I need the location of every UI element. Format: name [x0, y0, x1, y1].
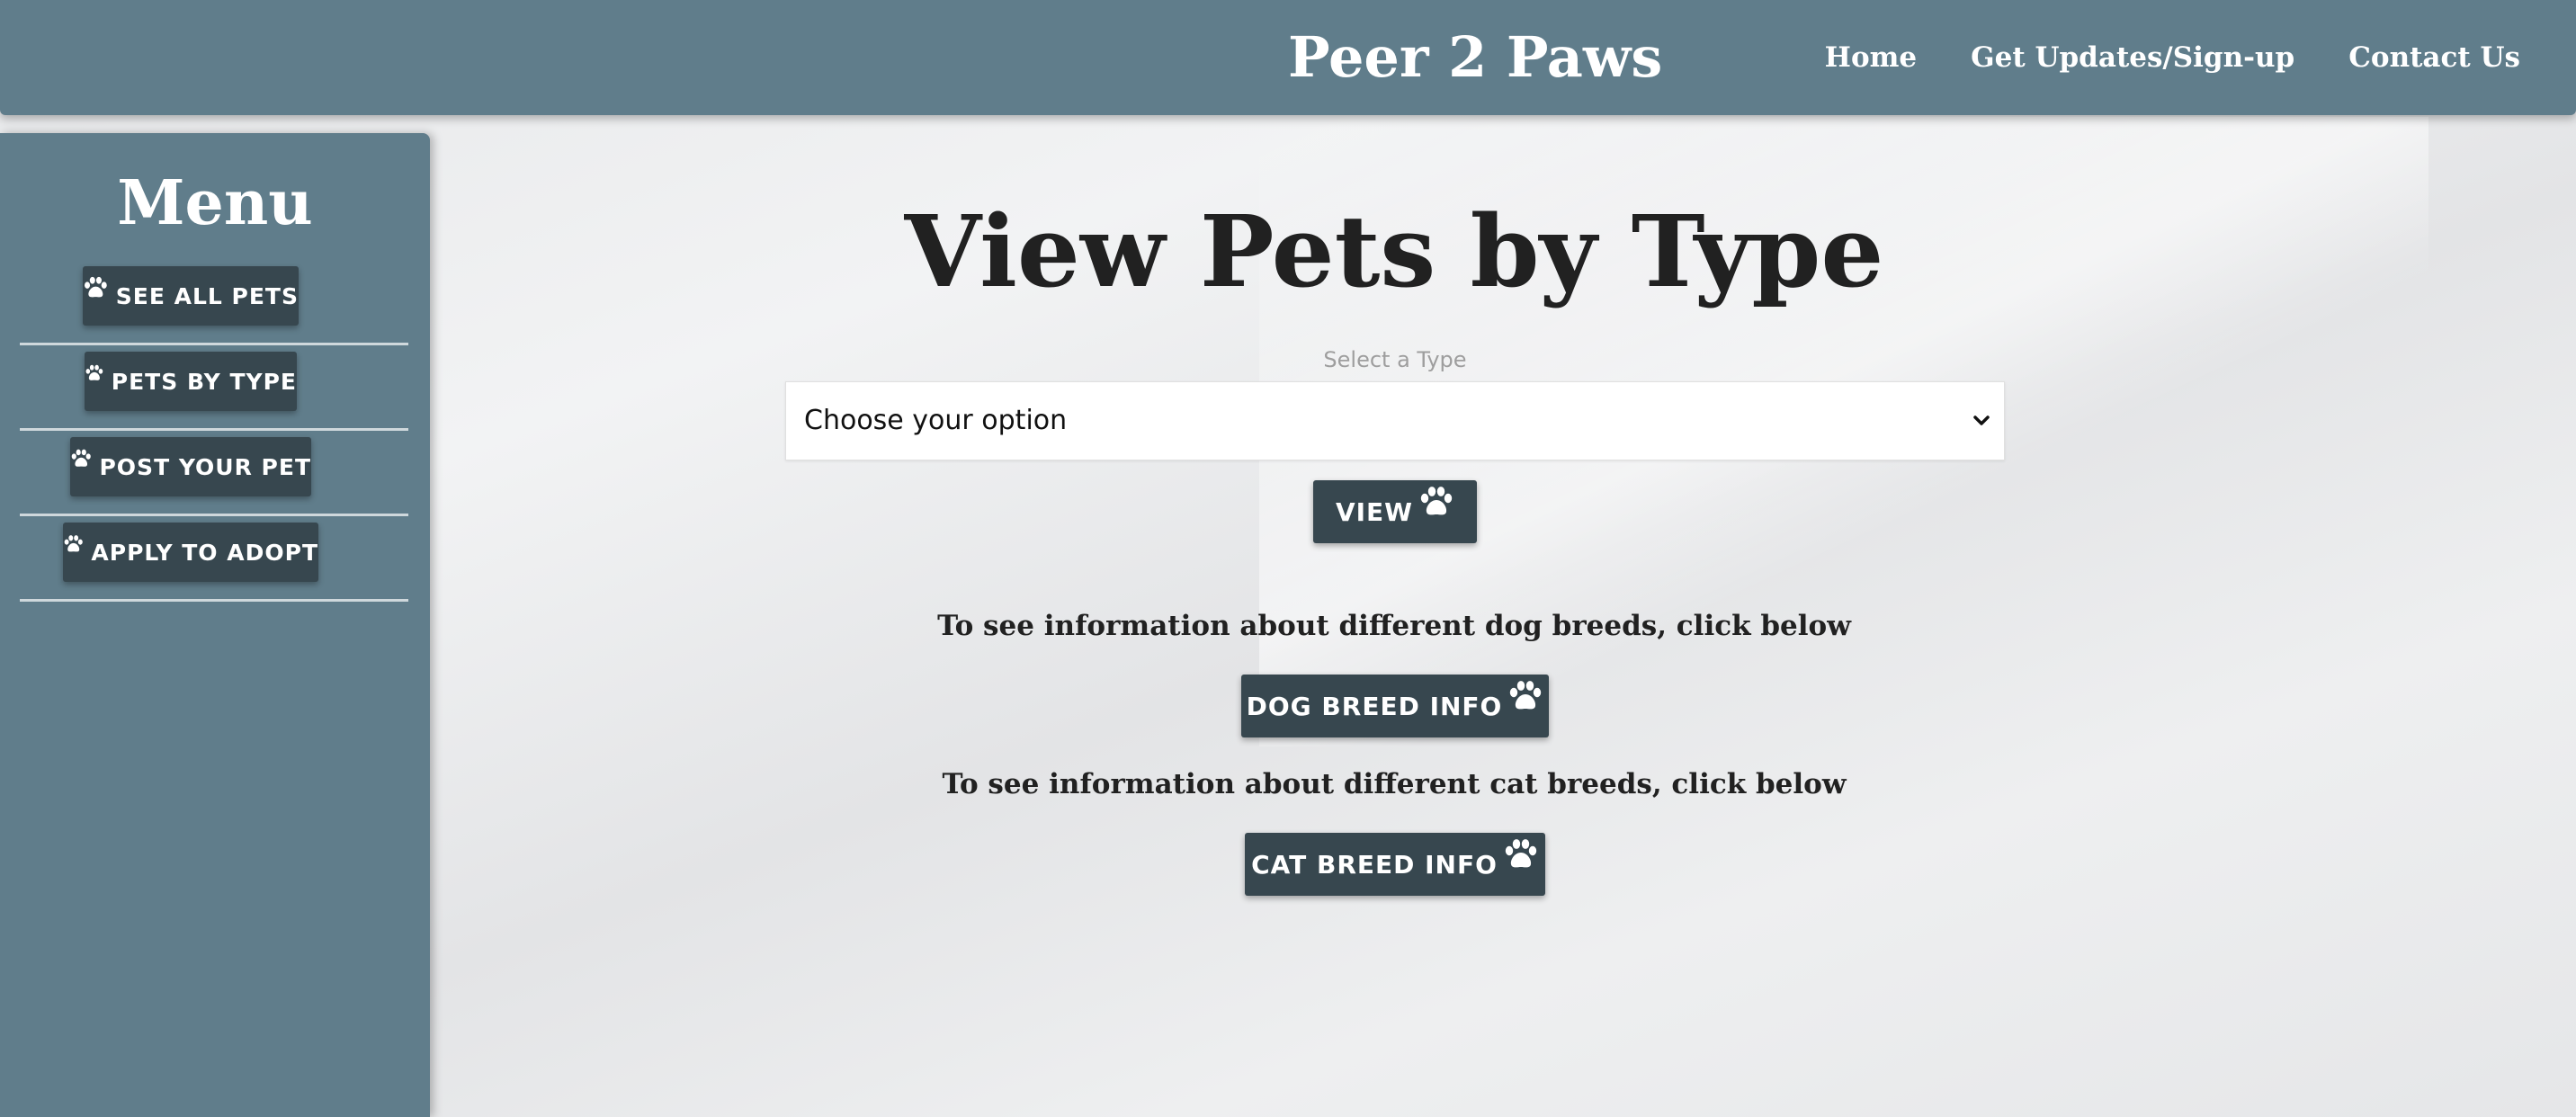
paw-icon	[1503, 838, 1539, 871]
sidebar-item-apply-to-adopt: APPLY TO ADOPT	[20, 514, 408, 602]
nav-signup-link[interactable]: Get Updates/Sign-up	[1971, 41, 2294, 74]
dog-breeds-info-text: To see information about different dog b…	[937, 610, 1851, 642]
paw-icon	[83, 272, 109, 304]
top-navbar: Peer 2 Paws Home Get Updates/Sign-up Con…	[0, 0, 2576, 115]
cat-breeds-info-text: To see information about different cat b…	[942, 768, 1847, 800]
chevron-down-icon	[1973, 416, 1990, 425]
page-title: View Pets by Type	[904, 193, 1884, 309]
see-all-pets-button[interactable]: SEE ALL PETS	[83, 266, 299, 326]
select-type-label: Select a Type	[1323, 347, 1467, 372]
nav-links: Home Get Updates/Sign-up Contact Us	[1825, 0, 2520, 115]
pet-type-select[interactable]: Choose your option	[785, 381, 2005, 460]
paw-icon	[70, 442, 92, 475]
post-your-pet-label: POST YOUR PET	[99, 453, 311, 480]
sidebar-item-pets-by-type: PETS BY TYPE	[20, 343, 408, 431]
cat-breed-info-label: CAT BREED INFO	[1251, 849, 1498, 880]
paw-icon	[85, 357, 104, 389]
view-button[interactable]: VIEW	[1313, 480, 1477, 543]
dog-breed-info-label: DOG BREED INFO	[1246, 691, 1503, 721]
pets-by-type-button[interactable]: PETS BY TYPE	[85, 352, 297, 411]
apply-to-adopt-label: APPLY TO ADOPT	[91, 539, 318, 566]
select-value: Choose your option	[804, 405, 1068, 436]
nav-contact-link[interactable]: Contact Us	[2348, 41, 2520, 74]
sidebar-menu: Menu SEE ALL PETS PETS BY TYPE POST YOUR…	[0, 133, 430, 1117]
dog-breed-info-button[interactable]: DOG BREED INFO	[1241, 675, 1549, 737]
cat-breed-info-button[interactable]: CAT BREED INFO	[1245, 833, 1545, 896]
nav-home-link[interactable]: Home	[1825, 41, 1918, 74]
apply-to-adopt-button[interactable]: APPLY TO ADOPT	[63, 523, 318, 582]
paw-icon	[1507, 680, 1543, 712]
sidebar-item-see-all-pets: SEE ALL PETS	[20, 257, 408, 345]
menu-title: Menu	[117, 167, 313, 239]
paw-icon	[1418, 486, 1454, 518]
see-all-pets-label: SEE ALL PETS	[115, 282, 299, 309]
view-button-label: VIEW	[1335, 496, 1414, 527]
paw-icon	[63, 528, 84, 560]
post-your-pet-button[interactable]: POST YOUR PET	[70, 437, 311, 496]
brand-logo-text[interactable]: Peer 2 Paws	[1288, 0, 1662, 115]
pets-by-type-label: PETS BY TYPE	[111, 368, 297, 395]
sidebar-item-post-your-pet: POST YOUR PET	[20, 428, 408, 516]
